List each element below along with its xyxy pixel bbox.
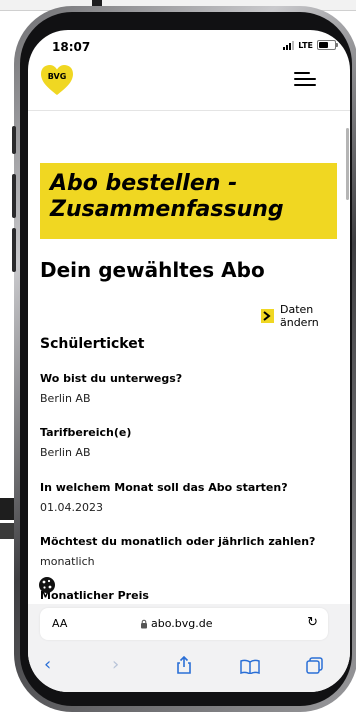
section-title: Dein gewähltes Abo — [40, 258, 265, 282]
volume-down-button — [12, 228, 16, 272]
detail-question: In welchem Monat soll das Abo starten? — [40, 481, 288, 494]
phone-screen: 18:07 LTE BVG Abo bestellen - Zusammenfa… — [28, 30, 350, 692]
change-data-link[interactable]: Daten ändern — [261, 303, 350, 329]
status-indicators: LTE — [283, 40, 338, 50]
text-size-button[interactable]: AA — [52, 617, 67, 630]
forward-icon[interactable]: › — [112, 654, 119, 675]
detail-answer: monatlich — [40, 555, 95, 568]
chevron-right-icon — [261, 309, 274, 323]
signal-icon — [283, 40, 295, 50]
logo-text: BVG — [47, 72, 67, 81]
menu-button[interactable] — [294, 72, 316, 86]
tabs-icon[interactable] — [306, 657, 323, 679]
url-text: abo.bvg.de — [151, 617, 213, 630]
status-time: 18:07 — [52, 40, 91, 54]
mute-switch — [12, 126, 16, 154]
change-data-label: Daten ändern — [279, 303, 319, 329]
ticket-name: Schülerticket — [40, 336, 145, 352]
bvg-logo[interactable]: BVG — [40, 64, 74, 96]
network-label: LTE — [298, 40, 313, 50]
address-bar[interactable]: AA abo.bvg.de ↻ — [40, 608, 328, 640]
page-title-line2: Zusammenfassung — [50, 197, 284, 222]
back-icon[interactable]: ‹ — [44, 654, 51, 675]
header-divider — [28, 110, 350, 111]
url-display[interactable]: abo.bvg.de — [140, 617, 212, 630]
cookie-settings-icon[interactable] — [38, 576, 56, 594]
detail-question: Wo bist du unterwegs? — [40, 372, 183, 385]
lock-icon — [141, 619, 147, 628]
browser-address-area: AA abo.bvg.de ↻ — [28, 604, 350, 646]
detail-question: Monatlicher Preis — [40, 589, 149, 602]
detail-question: Tarifbereich(e) — [40, 426, 132, 439]
detail-answer: Berlin AB — [40, 446, 91, 459]
detail-question: Möchtest du monatlich oder jährlich zahl… — [40, 535, 316, 548]
scrollbar[interactable] — [346, 128, 349, 200]
page-title: Abo bestellen - Zusammenfassung — [40, 163, 337, 239]
detail-answer: Berlin AB — [40, 392, 91, 405]
volume-up-button — [12, 174, 16, 218]
browser-toolbar: ‹ › — [28, 646, 350, 692]
share-icon[interactable] — [176, 655, 192, 679]
menu-icon — [294, 72, 310, 74]
detail-answer: 01.04.2023 — [40, 501, 103, 514]
battery-icon — [317, 40, 338, 50]
bookmarks-icon[interactable] — [240, 658, 260, 679]
page-title-line1: Abo bestellen - — [50, 171, 238, 196]
reload-icon[interactable]: ↻ — [307, 615, 318, 630]
